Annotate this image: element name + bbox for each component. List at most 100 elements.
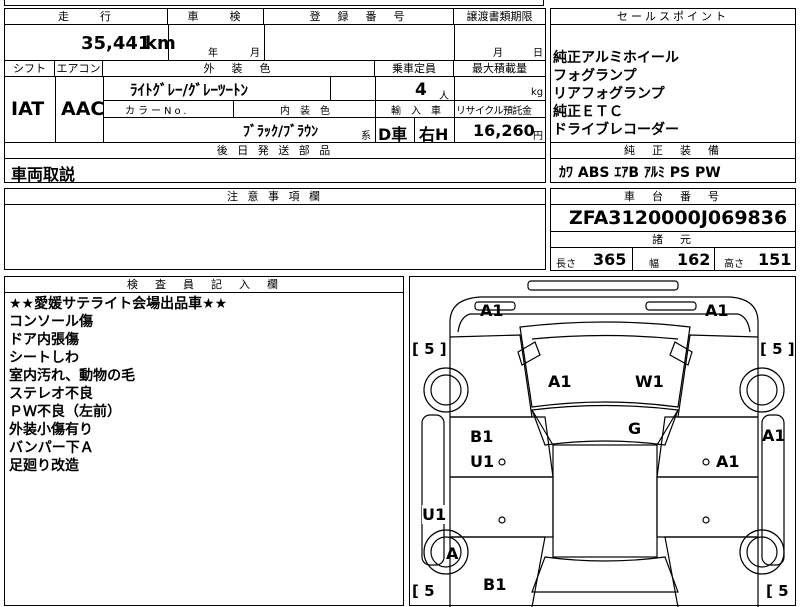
notes-box: 注 意 事 項 欄 bbox=[4, 188, 546, 270]
top-strip bbox=[4, 0, 544, 6]
selling-point-item: リアフォグランプ bbox=[553, 86, 665, 102]
mark-left-wheel-rear: A bbox=[446, 544, 459, 563]
mark-left-rear: U1 bbox=[422, 505, 447, 524]
shift-value: IAT bbox=[11, 98, 45, 120]
interior-color-value: ﾌﾞﾗｯｸ/ﾌﾞﾗｳﾝ bbox=[243, 124, 319, 140]
left-handle-front bbox=[498, 458, 506, 466]
width-value: 162 bbox=[677, 250, 711, 269]
inspector-line: バンパー下Ａ bbox=[9, 440, 94, 456]
inspector-box: 検 査 員 記 入 欄 ★★愛媛サテライト会場出品車★★ コンソール傷 ドア内張… bbox=[4, 276, 404, 606]
chassis-label: 車 台 番 号 bbox=[551, 189, 795, 205]
inspector-line: ドア内張傷 bbox=[9, 332, 79, 348]
import-label: 輸 入 車 bbox=[391, 106, 441, 117]
front-grille-right bbox=[645, 301, 697, 311]
mark-left-door-front-2: U1 bbox=[470, 452, 495, 471]
mark-front-left: A1 bbox=[480, 301, 504, 320]
right-quarter bbox=[664, 536, 758, 607]
transfer-day: 日 bbox=[533, 48, 543, 59]
inspector-line: シートしわ bbox=[9, 350, 79, 366]
selling-points-box: セールスポイント 純正アルミホイール フォグランプ リアフォグランプ 純正ＥＴＣ… bbox=[550, 8, 796, 143]
selling-point-item: ドライブレコーダー bbox=[553, 122, 679, 138]
mark-hood-right: W1 bbox=[635, 372, 664, 391]
inspector-line: 室内汚れ、動物の毛 bbox=[9, 368, 136, 384]
hood-inner bbox=[531, 334, 679, 340]
wheel-fl-inner bbox=[430, 374, 462, 406]
windshield bbox=[531, 404, 679, 446]
max-load-label: 最大積載量 bbox=[454, 61, 545, 77]
mark-rear: B1 bbox=[483, 575, 507, 594]
left-door-rear bbox=[450, 476, 554, 538]
hood bbox=[519, 321, 691, 408]
shaken-month: 月 bbox=[250, 48, 260, 59]
tire-rl: [ 5 bbox=[412, 582, 435, 600]
capacity-value: 4 bbox=[415, 80, 427, 100]
later-parts-box: 後 日 発 送 部 品 車両取説 bbox=[4, 142, 546, 184]
later-parts-value: 車両取説 bbox=[11, 165, 76, 184]
car-diagram-box: A1 A1 A1 W1 B1 U1 G A1 A1 U1 A B1 [ 5 ] … bbox=[409, 276, 796, 607]
mark-roof: G bbox=[628, 419, 642, 438]
selling-points-list: 純正アルミホイール フォグランプ リアフォグランプ 純正ＥＴＣ ドライブレコーダ… bbox=[553, 49, 679, 139]
capacity-label: 乗車定員 bbox=[375, 61, 454, 77]
inspector-label: 検 査 員 記 入 欄 bbox=[5, 277, 403, 293]
registration-label: 登 録 番 号 bbox=[264, 9, 454, 25]
tire-rr: [ 5 bbox=[766, 582, 789, 600]
wheel-fr-inner bbox=[746, 374, 778, 406]
exterior-color-label: 外 装 色 bbox=[103, 61, 375, 77]
selling-point-item: フォグランプ bbox=[553, 68, 637, 84]
left-quarter bbox=[450, 536, 546, 607]
selling-point-item: 純正アルミホイール bbox=[553, 50, 679, 66]
tire-fl: [ 5 ] bbox=[412, 340, 447, 358]
height-value: 151 bbox=[758, 250, 792, 269]
chassis-value: ZFA3120000J069836 bbox=[569, 207, 788, 229]
roof bbox=[552, 444, 658, 558]
selling-point-item: 純正ＥＴＣ bbox=[553, 104, 623, 120]
later-parts-label: 後 日 発 送 部 品 bbox=[5, 143, 545, 159]
color-no-label: カラーNo. bbox=[125, 106, 190, 117]
shaken-year: 年 bbox=[208, 48, 218, 59]
notes-label: 注 意 事 項 欄 bbox=[5, 189, 545, 205]
right-handle-front bbox=[702, 458, 710, 466]
left-sill bbox=[421, 414, 445, 566]
exterior-color-value: ﾗｲﾄｸﾞﾚｰ/ｸﾞﾚｰﾂｰﾄﾝ bbox=[130, 81, 248, 99]
recycle-label: リサイクル預託金 bbox=[456, 106, 532, 117]
selling-points-label: セールスポイント bbox=[551, 9, 795, 25]
interior-color-suffix: 系 bbox=[361, 131, 371, 142]
right-handle-rear bbox=[702, 516, 710, 524]
car-diagram bbox=[421, 280, 785, 607]
mark-right-fender: A1 bbox=[762, 426, 786, 445]
ac-label: エアコン bbox=[55, 61, 103, 77]
height-label: 高さ bbox=[724, 259, 744, 270]
transfer-deadline-label: 譲渡書類期限 bbox=[454, 9, 545, 25]
load-unit: kg bbox=[531, 87, 544, 98]
length-value: 365 bbox=[593, 250, 627, 269]
mark-right-door: A1 bbox=[716, 452, 740, 471]
inspector-lines: ★★愛媛サテライト会場出品車★★ コンソール傷 ドア内張傷 シートしわ 室内汚れ… bbox=[9, 295, 227, 475]
transfer-month: 月 bbox=[493, 48, 503, 59]
inspector-line: コンソール傷 bbox=[9, 314, 93, 330]
dimensions-box: 諸 元 長さ 365 幅 162 高さ 151 bbox=[550, 231, 796, 271]
inspector-line: 外装小傷有り bbox=[9, 422, 93, 438]
recycle-unit: 円 bbox=[533, 131, 543, 142]
mark-left-door-front: B1 bbox=[470, 427, 494, 446]
mileage-label: 走 行 bbox=[5, 9, 168, 25]
mark-hood-left: A1 bbox=[548, 372, 572, 391]
length-label: 長さ bbox=[556, 259, 576, 270]
inspector-line: ★★愛媛サテライト会場出品車★★ bbox=[9, 296, 228, 312]
shaken-label: 車 検 bbox=[168, 9, 264, 25]
width-label: 幅 bbox=[649, 259, 659, 270]
shift-label: シフト bbox=[5, 61, 55, 77]
rear-window bbox=[531, 556, 679, 593]
equipment-box: 純 正 装 備 ｶﾜ ABS ｴｱB ｱﾙﾐ PS PW bbox=[550, 142, 796, 183]
equipment-label: 純 正 装 備 bbox=[551, 143, 795, 159]
vehicle-info-table: 走 行 車 検 登 録 番 号 譲渡書類期限 35,441 km 年 月 月 日… bbox=[4, 8, 546, 144]
front-bumper-bar bbox=[527, 280, 679, 291]
inspector-line: 足廻り改造 bbox=[9, 458, 79, 474]
mark-front-right: A1 bbox=[705, 301, 729, 320]
ac-value: AAC bbox=[61, 98, 105, 120]
mileage-value: 35,441 bbox=[81, 33, 151, 54]
dimensions-label: 諸 元 bbox=[551, 232, 795, 248]
chassis-box: 車 台 番 号 ZFA3120000J069836 bbox=[550, 188, 796, 232]
left-handle-rear bbox=[498, 516, 506, 524]
recycle-value: 16,260 bbox=[473, 121, 535, 140]
inspector-line: ステレオ不良 bbox=[9, 386, 93, 402]
